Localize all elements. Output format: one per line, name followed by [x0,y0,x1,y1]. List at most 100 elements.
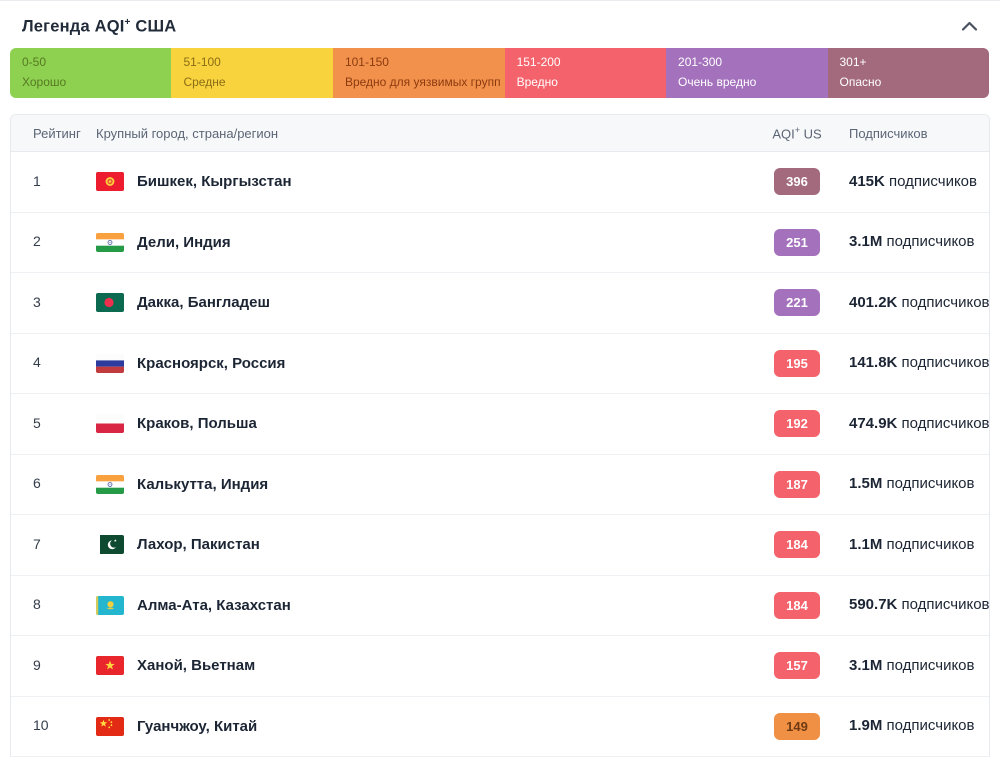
city-ranking-table: Рейтинг Крупный город, страна/регион AQI… [10,114,990,757]
followers-cell: 1.9M подписчиков [847,717,989,735]
rank-number: 8 [33,596,41,612]
legend-segment-201-300: 201-300 Очень вредно [666,48,827,98]
rank-cell: 2 [11,233,96,251]
legend-label: Очень вредно [678,75,823,89]
table-row[interactable]: 2 Дели, Индия 251 3.1M подписчиков [11,213,989,274]
flag-india-icon [96,475,124,494]
rank-number: 6 [33,475,41,491]
city-name[interactable]: Красноярск, Россия [137,355,285,372]
aqi-badge: 195 [774,350,820,377]
legend-collapse-button[interactable] [955,17,984,36]
legend-segment-101-150: 101-150Вредно для уязвимых групп [333,48,505,98]
aqi-cell: 251 [747,229,847,256]
legend-label: Вредно [517,75,662,89]
city-cell[interactable]: Краков, Польша [96,414,747,433]
city-cell[interactable]: Дели, Индия [96,233,747,252]
table-row[interactable]: 3Дакка, Бангладеш221401.2K подписчиков [11,273,989,334]
city-name[interactable]: Лахор, Пакистан [137,536,260,553]
aqi-badge: 187 [774,471,820,498]
followers-count: 141.8K подписчиков [849,354,990,371]
flag-pakistan-icon [96,535,124,554]
rank-cell: 1 [11,173,96,191]
city-name[interactable]: Бишкек, Кыргызстан [137,173,292,190]
rank-number: 5 [33,415,41,431]
followers-count: 415K подписчиков [849,173,977,190]
city-cell[interactable]: Бишкек, Кыргызстан [96,172,747,191]
city-cell[interactable]: Гуанчжоу, Китай [96,717,747,736]
followers-count: 590.7K подписчиков [849,596,990,613]
table-row[interactable]: 10Гуанчжоу, Китай1491.9M подписчиков [11,697,989,758]
rank-number: 2 [33,233,41,249]
city-name[interactable]: Гуанчжоу, Китай [137,718,257,735]
page-title: Легенда AQI+ США [22,17,176,37]
table-row[interactable]: 8 Алма-Ата, Казахстан 184 590.7K подписчико… [11,576,989,637]
flag-kazakhstan-icon [96,596,124,615]
rank-cell: 9 [11,657,96,675]
legend-label: Вредно для уязвимых групп [345,75,501,89]
aqi-cell: 157 [747,652,847,679]
legend-segment-51-100: 51-100Средне [171,48,332,98]
city-cell[interactable]: Красноярск, Россия [96,354,747,373]
header-followers: Подписчиков [847,126,989,141]
aqi-badge: 192 [774,410,820,437]
flag-russia-icon [96,354,124,373]
legend-segment-0-50: 0-50Хорошо [10,48,171,98]
header-rank: Рейтинг [11,126,96,141]
rank-cell: 10 [11,717,96,735]
legend-label: Опасно [840,75,985,89]
flag-poland-icon [96,414,124,433]
followers-cell: 1.5M подписчиков [847,475,989,493]
table-row[interactable]: 1 Бишкек, Кыргызстан 396415K подписчиков [11,152,989,213]
city-name[interactable]: Краков, Польша [137,415,257,432]
aqi-cell: 192 [747,410,847,437]
aqi-cell: 396 [747,168,847,195]
table-row[interactable]: 9 Ханой, Вьетнам 157 3.1M подписчиков [11,636,989,697]
flag-india-icon [96,233,124,252]
legend-range: 301+ [840,55,985,69]
rank-number: 7 [33,536,41,552]
city-name[interactable]: Дели, Индия [137,234,231,251]
chevron-up-icon [961,21,978,32]
aqi-cell: 184 [747,531,847,558]
header-city: Крупный город, страна/регион [96,126,747,141]
legend-segment-151-200: 151-200Вредно [505,48,666,98]
city-cell[interactable]: Лахор, Пакистан [96,535,747,554]
aqi-cell: 184 [747,592,847,619]
city-name[interactable]: Алма-Ата, Казахстан [137,597,291,614]
aqi-cell: 187 [747,471,847,498]
rank-number: 1 [33,173,41,189]
followers-cell: 474.9K подписчиков [847,415,989,433]
city-cell[interactable]: Калькутта, Индия [96,475,747,494]
table-row[interactable]: 5 Краков, Польша 192 474.9K подписчиков [11,394,989,455]
flag-kyrgyzstan-icon [96,172,124,191]
rank-number: 4 [33,354,41,370]
city-name[interactable]: Калькутта, Индия [137,476,268,493]
legend-range: 201-300 [678,55,823,69]
followers-cell: 3.1M подписчиков [847,657,989,675]
city-name[interactable]: Ханой, Вьетнам [137,657,255,674]
aqi-badge: 184 [774,592,820,619]
flag-bangladesh-icon [96,293,124,312]
followers-count: 401.2K подписчиков [849,294,990,311]
city-cell[interactable]: Алма-Ата, Казахстан [96,596,747,615]
legend-range: 51-100 [183,55,328,69]
followers-count: 1.9M подписчиков [849,717,974,734]
rank-number: 3 [33,294,41,310]
city-cell[interactable]: Дакка, Бангладеш [96,293,747,312]
aqi-badge: 251 [774,229,820,256]
table-row[interactable]: 6 Калькутта, Индия 187 1.5M подписчиков [11,455,989,516]
rank-number: 10 [33,717,49,733]
legend-segment-301+: 301+ Опасно [828,48,989,98]
rank-cell: 7 [11,536,96,554]
city-cell[interactable]: Ханой, Вьетнам [96,656,747,675]
followers-count: 3.1M подписчиков [849,233,974,250]
header-aqi: AQI+ US [747,125,847,141]
aqi-cell: 195 [747,350,847,377]
legend-header: Легенда AQI+ США [0,1,1000,48]
aqi-badge: 157 [774,652,820,679]
table-row[interactable]: 4 Красноярск, Россия 195 141.8K подписчиков [11,334,989,395]
table-header-row: Рейтинг Крупный город, страна/регион AQI… [11,115,989,152]
flag-vietnam-icon [96,656,124,675]
table-row[interactable]: 7Лахор, Пакистан1841.1M подписчиков [11,515,989,576]
city-name[interactable]: Дакка, Бангладеш [137,294,270,311]
